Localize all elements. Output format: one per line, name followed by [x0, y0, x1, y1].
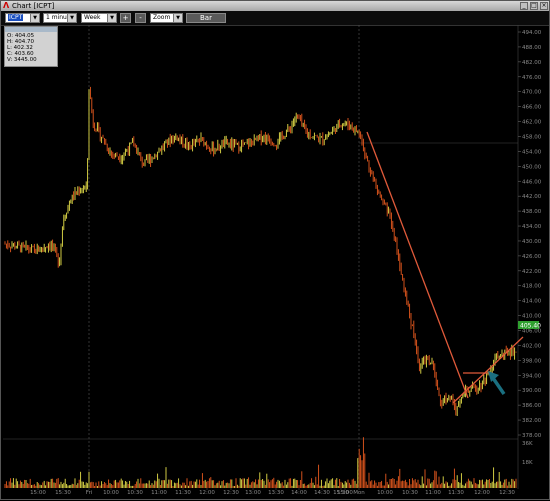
- time-axis: 15:00 15:30 Fri 10:00 10:30 11:00 11:30 12:00 12…: [30, 488, 515, 496]
- price-tick-label: 434.00: [522, 224, 542, 230]
- price-tick-label: 394.00: [522, 373, 542, 379]
- time-tick-label: 15:30: [55, 490, 71, 496]
- ohlc-volume: V: 3445.00: [7, 57, 37, 63]
- price-tick-label: 402.00: [522, 343, 542, 349]
- downtrend-line[interactable]: [366, 131, 469, 399]
- time-tick-label: Mon: [353, 490, 365, 496]
- price-tick-label: 378.00: [522, 433, 542, 439]
- chart-window: Λ Chart [ICPT] _ □ × ICPT ▼ 1 minute ▼ W…: [0, 0, 550, 500]
- time-tick-label: 12:00: [199, 490, 215, 496]
- current-price-tag: 405.40: [518, 321, 541, 329]
- price-tick-label: 426.00: [522, 254, 542, 260]
- time-tick-label: 11:00: [151, 490, 167, 496]
- time-tick-label: 15:30: [333, 490, 349, 496]
- session-dividers: [88, 25, 360, 488]
- price-tick-label: 398.00: [522, 358, 542, 364]
- volume-bars: [4, 437, 517, 488]
- price-tick-label: 482.00: [522, 60, 542, 66]
- time-tick-label: 15:00: [30, 490, 46, 496]
- time-tick-label: 10:00: [377, 490, 393, 496]
- uptrend-line[interactable]: [452, 336, 524, 404]
- price-tick-label: 488.00: [522, 45, 542, 51]
- price-tick-label: 450.00: [522, 164, 542, 170]
- price-tick-label: 386.00: [522, 403, 542, 409]
- time-tick-label: 12:00: [474, 490, 490, 496]
- time-tick-label: 10:00: [103, 490, 119, 496]
- time-tick-label: 14:30: [314, 490, 330, 496]
- price-tick-label: 438.00: [522, 209, 542, 215]
- time-tick-label: 11:30: [448, 490, 464, 496]
- trend-lines[interactable]: [366, 131, 524, 404]
- time-tick-label: 10:30: [127, 490, 143, 496]
- price-tick-label: 382.00: [522, 418, 542, 424]
- price-tick-label: 466.00: [522, 105, 542, 111]
- time-tick-label: 11:30: [175, 490, 191, 496]
- price-tick-label: 410.00: [522, 314, 542, 320]
- annotation-arrow-icon: [491, 377, 506, 395]
- time-tick-label: 12:30: [499, 490, 515, 496]
- price-tick-label: 414.00: [522, 299, 542, 305]
- price-chart[interactable]: 494.00 488.00 482.00 476.00 470.00 466.00 462.…: [1, 1, 550, 501]
- time-tick-label: 12:30: [223, 490, 239, 496]
- ohlc-legend-header: [5, 27, 57, 32]
- price-axis: 494.00 488.00 482.00 476.00 470.00 466.00 462.…: [518, 30, 542, 439]
- volume-tick-label: 18K: [522, 460, 533, 466]
- current-price-value: 405.40: [520, 322, 541, 329]
- price-tick-label: 406.00: [522, 329, 542, 335]
- price-tick-label: 446.00: [522, 179, 542, 185]
- price-tick-label: 462.00: [522, 120, 542, 126]
- price-tick-label: 422.00: [522, 269, 542, 275]
- time-tick-label: 14:00: [291, 490, 307, 496]
- ohlc-legend: O: 404.05 H: 404.70 L: 402.32 C: 403.60 …: [4, 26, 58, 67]
- time-tick-label: 10:30: [402, 490, 418, 496]
- price-tick-label: 454.00: [522, 149, 542, 155]
- price-tick-label: 458.00: [522, 134, 542, 140]
- price-tick-label: 470.00: [522, 90, 542, 96]
- price-tick-label: 390.00: [522, 388, 542, 394]
- price-tick-label: 430.00: [522, 239, 542, 245]
- volume-axis: 36K 18K: [522, 441, 533, 466]
- price-tick-label: 494.00: [522, 30, 542, 36]
- time-tick-label: 13:00: [245, 490, 261, 496]
- volume-tick-label: 36K: [522, 441, 533, 447]
- price-tick-label: 418.00: [522, 284, 542, 290]
- price-tick-label: 442.00: [522, 194, 542, 200]
- price-bars: [4, 86, 517, 416]
- price-tick-label: 476.00: [522, 75, 542, 81]
- time-tick-label: 11:00: [425, 490, 441, 496]
- time-tick-label: Fri: [86, 490, 93, 496]
- time-tick-label: 13:30: [268, 490, 284, 496]
